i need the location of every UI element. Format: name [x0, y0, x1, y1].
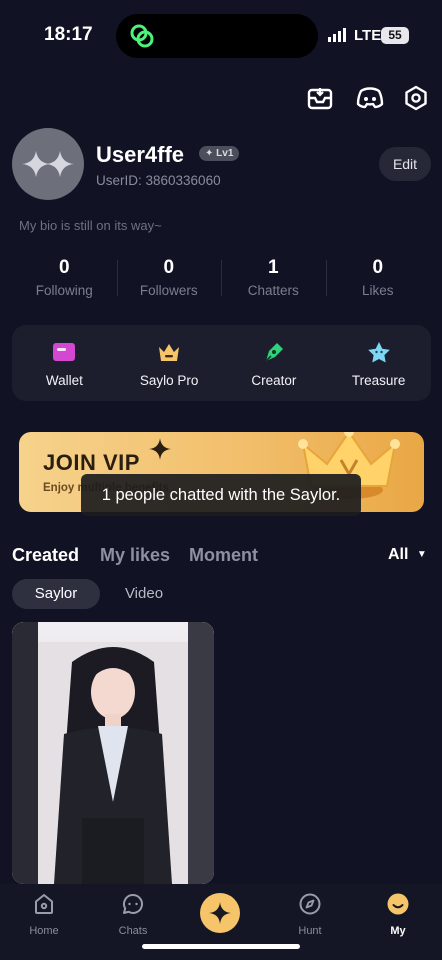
stat-value: 0: [58, 257, 70, 278]
stat-likes[interactable]: 0 Likes: [325, 256, 431, 300]
filter-label: All: [388, 546, 409, 563]
stat-value: 0: [372, 257, 384, 278]
subtab-video[interactable]: Video: [112, 579, 176, 609]
settings-icon[interactable]: [400, 82, 432, 114]
username: User4ffe: [96, 142, 185, 167]
nav-hunt[interactable]: Hunt: [280, 892, 340, 937]
nav-label: Hunt: [298, 925, 322, 937]
stat-label: Chatters: [247, 283, 299, 298]
nav-label: My: [390, 925, 406, 937]
nav-my[interactable]: My: [368, 892, 428, 937]
feature-label: Saylo Pro: [139, 373, 199, 388]
network-type: LTE: [354, 27, 382, 44]
battery-indicator: 55: [381, 27, 409, 44]
nav-label: Chats: [118, 925, 148, 937]
stat-following[interactable]: 0 Following: [12, 256, 117, 300]
feature-wallet[interactable]: Wallet: [12, 325, 117, 401]
nav-chats[interactable]: Chats: [103, 892, 163, 937]
nav-home[interactable]: Home: [14, 892, 74, 937]
chevron-down-icon: ▼: [416, 549, 427, 560]
feature-saylo-pro[interactable]: Saylo Pro: [117, 325, 222, 401]
link-icon: [130, 24, 154, 48]
stats-row: 0 Following 0 Followers 1 Chatters 0 Lik…: [12, 256, 430, 300]
character-card[interactable]: [12, 622, 214, 884]
feature-card: Wallet Saylo Pro Creator Treasure: [12, 325, 431, 401]
avatar[interactable]: [12, 128, 84, 200]
sparkle-icon: [209, 902, 231, 924]
tab-created[interactable]: Created: [12, 545, 79, 566]
pen-icon: [265, 343, 283, 362]
home-icon: [35, 894, 53, 914]
feature-label: Wallet: [45, 373, 83, 388]
feature-label: Treasure: [351, 373, 406, 388]
sparkle-icon: [22, 151, 74, 177]
stat-chatters[interactable]: 1 Chatters: [221, 256, 326, 300]
stat-label: Followers: [139, 283, 198, 298]
user-id: UserID: 3860336060: [96, 173, 221, 188]
profile-face-icon: [387, 893, 409, 915]
feature-label: Creator: [251, 373, 297, 388]
sparkle-icon: [149, 438, 171, 460]
tab-my-likes[interactable]: My likes: [100, 545, 170, 566]
inbox-icon[interactable]: [304, 82, 336, 114]
home-indicator[interactable]: [142, 944, 300, 949]
stat-label: Following: [35, 283, 93, 298]
compass-icon: [299, 893, 321, 915]
stat-followers[interactable]: 0 Followers: [116, 256, 222, 300]
feature-creator[interactable]: Creator: [222, 325, 327, 401]
status-time: 18:17: [44, 24, 93, 45]
feature-treasure[interactable]: Treasure: [326, 325, 431, 401]
nav-label: Home: [29, 925, 59, 937]
stat-value: 0: [163, 257, 175, 278]
edit-profile-button[interactable]: Edit: [379, 147, 431, 181]
crown-icon: [159, 344, 180, 361]
signal-icon: [328, 28, 346, 42]
create-button[interactable]: [200, 893, 240, 933]
dynamic-island: [116, 14, 318, 58]
vip-title: JOIN VIP: [43, 450, 140, 475]
treasure-icon: [367, 342, 390, 363]
level-badge: ✦ Lv1: [199, 146, 240, 161]
tab-moment[interactable]: Moment: [189, 545, 258, 566]
filter-dropdown[interactable]: All ▼: [388, 546, 427, 564]
stat-value: 1: [267, 257, 279, 278]
wallet-icon: [53, 343, 76, 361]
chat-icon: [123, 894, 143, 914]
stat-label: Likes: [361, 283, 394, 298]
bio: My bio is still on its way~: [19, 218, 162, 233]
subtab-saylor[interactable]: Saylor: [12, 579, 100, 609]
discord-icon[interactable]: [354, 82, 386, 114]
character-image: [12, 622, 214, 884]
tooltip-toast: 1 people chatted with the Saylor.: [81, 474, 361, 516]
